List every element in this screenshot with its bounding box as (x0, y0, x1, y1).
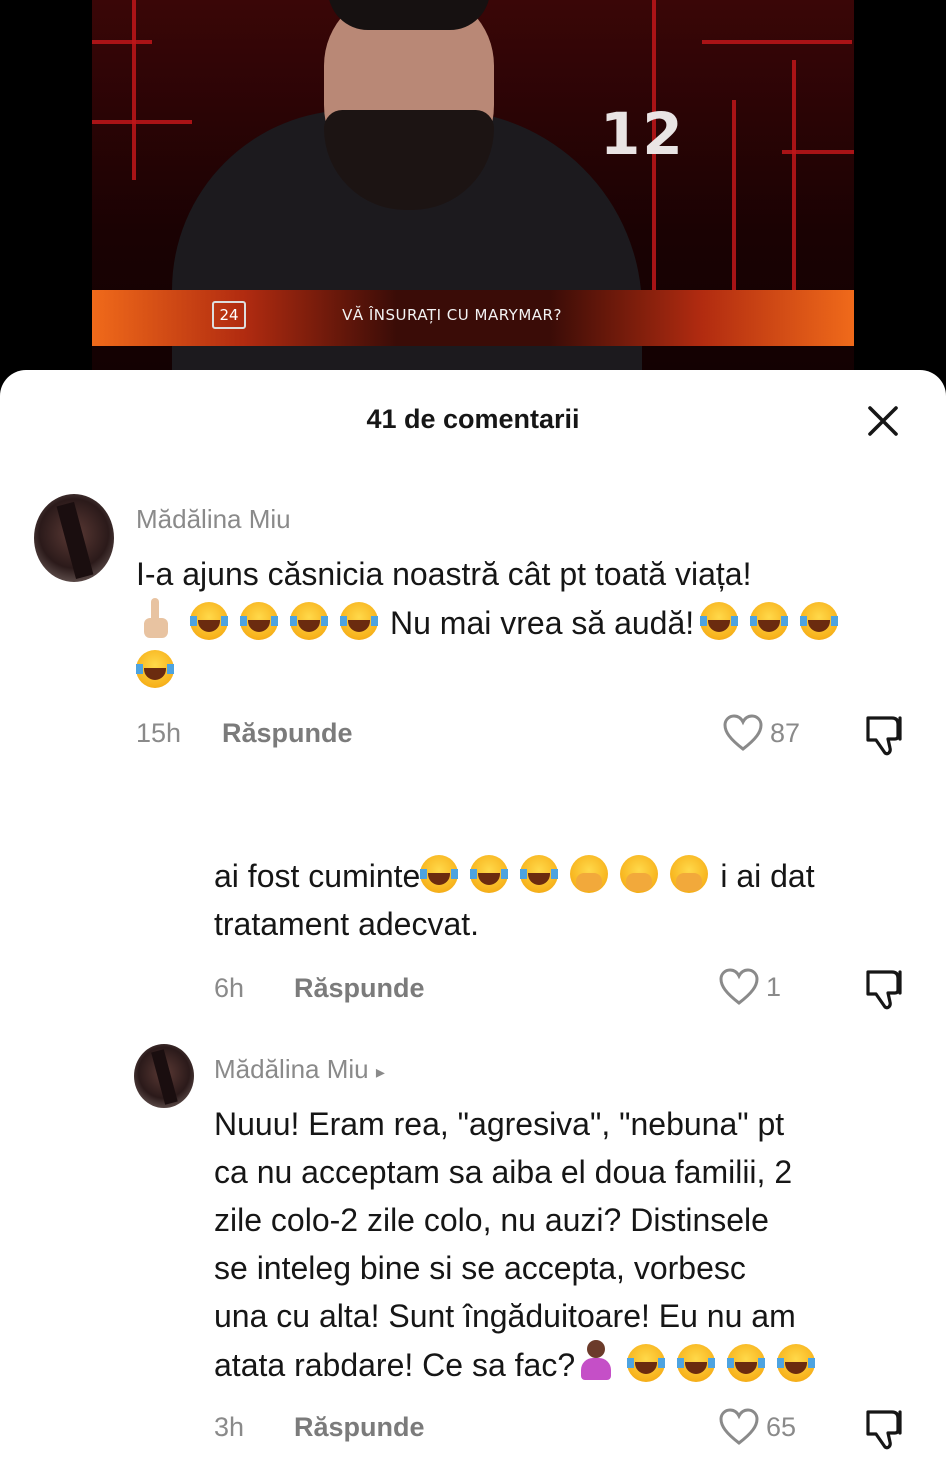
laugh-emoji (700, 602, 739, 640)
background-line (732, 100, 736, 290)
reply-button[interactable]: Răspunde (222, 718, 353, 749)
like-button[interactable]: 87 (722, 714, 800, 752)
person-hair (328, 0, 490, 30)
background-line (132, 0, 136, 180)
laugh-emoji (520, 855, 559, 893)
hand-over-mouth-emoji (570, 855, 609, 893)
hand-over-mouth-emoji (620, 855, 659, 893)
laugh-emoji (190, 602, 228, 640)
comment-line: tratament adecvat. (214, 906, 480, 942)
background-line (702, 40, 852, 44)
comment-line (136, 647, 916, 695)
like-count: 87 (770, 717, 801, 748)
laugh-emoji (750, 602, 789, 640)
like-count: 1 (766, 971, 782, 1002)
banner-text: VĂ ÎNSURAȚI CU MARYMAR? (342, 306, 562, 324)
like-button[interactable]: 65 (718, 1408, 796, 1446)
heart-icon (719, 968, 759, 1005)
shrug-emoji (577, 1340, 615, 1382)
reply-button[interactable]: Răspunde (294, 973, 425, 1004)
dislike-icon[interactable] (862, 1408, 908, 1452)
comments-count-title: 41 de comentarii (366, 404, 580, 434)
comment-author-name: Mădălina Miu (214, 1054, 369, 1084)
comment-line: una cu alta! Sunt îngăduitoare! Eu nu am (214, 1298, 796, 1334)
laugh-emoji (340, 602, 378, 640)
like-button[interactable]: 1 (718, 968, 781, 1006)
avatar[interactable] (34, 494, 114, 582)
channel-badge: 24 (212, 301, 246, 329)
hand-over-mouth-emoji (670, 855, 709, 893)
comment-time: 6h (214, 973, 245, 1003)
comment-text: Nuuu! Eram rea, "agresiva", "nebuna" pt … (214, 1100, 924, 1389)
laugh-emoji (777, 1344, 816, 1382)
dislike-icon[interactable] (862, 968, 908, 1012)
laugh-emoji (627, 1344, 666, 1382)
comments-sheet: 41 de comentarii Mădălina Miu I-a ajuns … (0, 370, 946, 1457)
heart-icon (719, 1408, 759, 1445)
screen-number: 12 (600, 100, 685, 168)
video-frame: 12 24 VĂ ÎNSURAȚI CU MARYMAR? (92, 0, 854, 390)
avatar[interactable] (134, 1044, 194, 1108)
laugh-emoji (800, 602, 839, 640)
dislike-icon[interactable] (862, 714, 908, 758)
reply-button[interactable]: Răspunde (294, 1412, 425, 1443)
laugh-emoji (420, 855, 459, 893)
comment-time: 15h (136, 718, 182, 748)
reply-arrow-icon: ▸ (375, 1062, 385, 1082)
video-player[interactable]: 12 24 VĂ ÎNSURAȚI CU MARYMAR? (0, 0, 946, 390)
background-line (792, 60, 796, 290)
comment-line: atata rabdare! Ce sa fac? (214, 1340, 924, 1389)
comment-line: Nuuu! Eram rea, "agresiva", "nebuna" pt (214, 1106, 785, 1142)
comment-line: zile colo-2 zile colo, nu auzi? Distinse… (214, 1202, 769, 1238)
laugh-emoji (470, 855, 509, 893)
comment-line-text: Nu mai vrea să audă! (390, 605, 695, 641)
comment-line: Nu mai vrea să audă! (136, 598, 916, 647)
laugh-emoji (290, 602, 328, 640)
pointing-up-emoji (136, 598, 174, 640)
comment-text: I-a ajuns căsnicia noastră cât pt toată … (136, 550, 916, 695)
comment-line: se inteleg bine si se accepta, vorbesc (214, 1250, 746, 1286)
comment-author[interactable]: Mădălina Miu ▸ (214, 1054, 385, 1085)
laugh-emoji (727, 1344, 766, 1382)
comment-line: ai fost cuminte i ai dat (214, 852, 914, 900)
comment-line-text: i ai dat (720, 858, 815, 894)
heart-icon (723, 714, 763, 751)
comment-line-text: atata rabdare! Ce sa fac? (214, 1347, 576, 1383)
close-icon[interactable] (862, 400, 904, 442)
comment-author[interactable]: Mădălina Miu (136, 504, 291, 535)
comment-text: ai fost cuminte i ai dat tratament adecva… (214, 852, 914, 948)
laugh-emoji (240, 602, 278, 640)
laugh-emoji (136, 650, 174, 688)
background-line (92, 120, 192, 124)
comment-line-text: ai fost cuminte (214, 858, 421, 894)
comment-line: I-a ajuns căsnicia noastră cât pt toată … (136, 556, 752, 592)
like-count: 65 (766, 1411, 797, 1442)
laugh-emoji (677, 1344, 716, 1382)
comment-time: 3h (214, 1412, 245, 1442)
background-line (92, 40, 152, 44)
comment-line: ca nu acceptam sa aiba el doua familii, … (214, 1154, 793, 1190)
